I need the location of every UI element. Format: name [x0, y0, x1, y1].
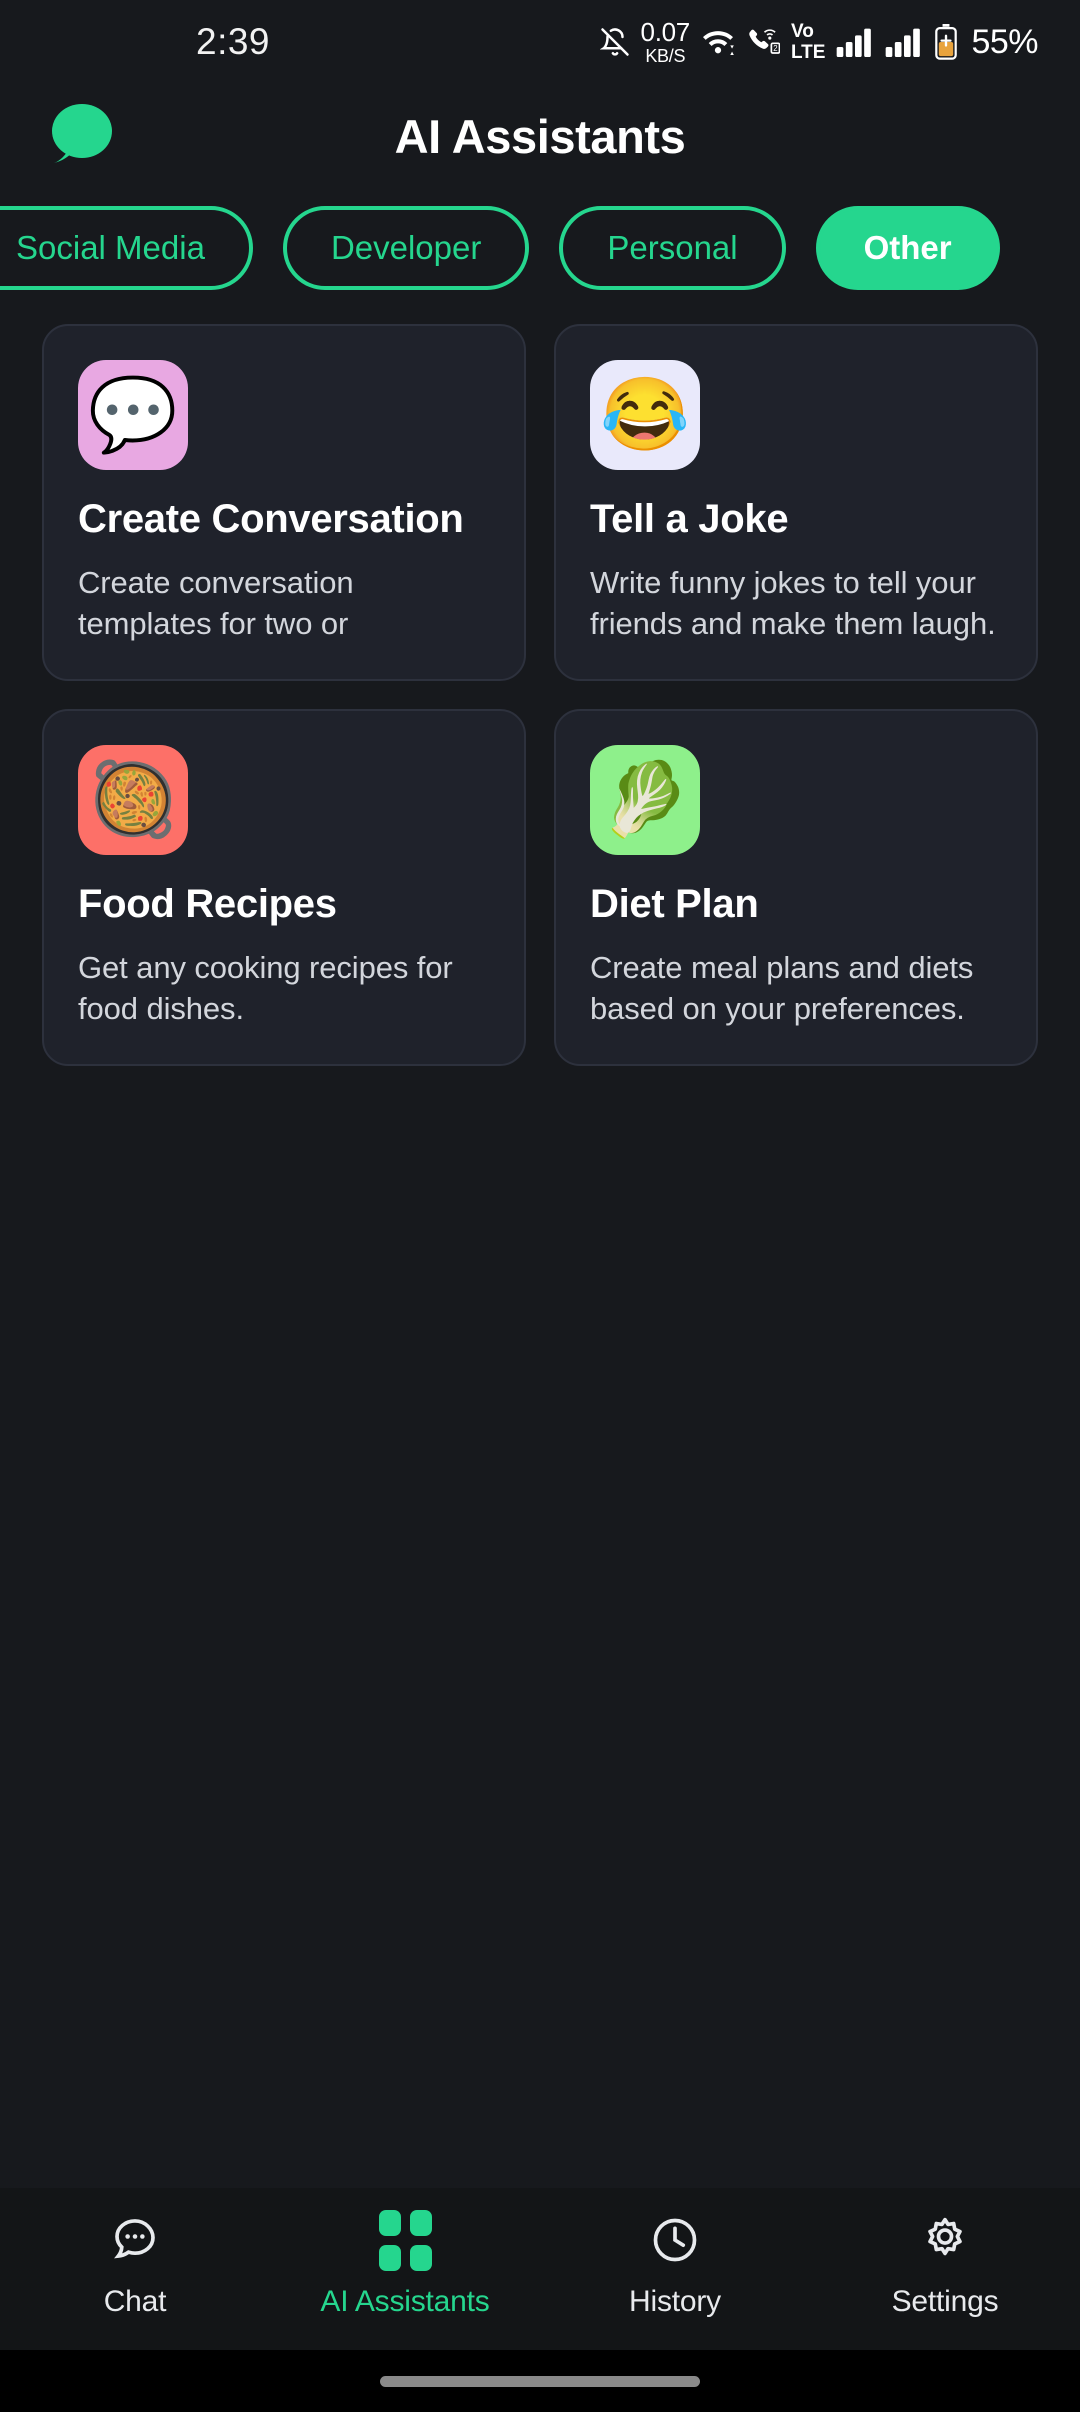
chat-bubble-dots-icon — [109, 2213, 161, 2267]
leafy-green-emoji: 🥬 — [590, 745, 700, 855]
phone-screen: 2:39 0.07 KB/S 2 Vo LTE 55% AI Assistant… — [0, 0, 1080, 2412]
home-gesture-bar[interactable] — [380, 2375, 700, 2387]
network-speed-unit: KB/S — [645, 46, 686, 66]
category-chip-developer[interactable]: Developer — [282, 206, 530, 290]
status-bar: 2:39 0.07 KB/S 2 Vo LTE 55% — [0, 0, 1080, 84]
nav-item-chat[interactable]: Chat — [0, 2213, 270, 2319]
face-with-tears-of-joy-emoji: 😂 — [590, 360, 700, 470]
clock-icon — [649, 2213, 701, 2267]
nav-label-ai-assistants: AI Assistants — [320, 2285, 490, 2318]
svg-text:2: 2 — [773, 44, 777, 53]
assistant-card-description: Get any cooking recipes for food dishes. — [78, 950, 453, 1027]
nav-label-history: History — [629, 2285, 721, 2318]
status-time: 2:39 — [196, 21, 271, 62]
assistant-card-title: Diet Plan — [590, 882, 759, 926]
category-chip-other[interactable]: Other — [815, 206, 1000, 290]
assistant-card-create-conversation[interactable]: 💬 Create Conversation Create conversatio… — [42, 324, 526, 681]
nav-label-chat: Chat — [103, 2285, 167, 2318]
category-chip-personal[interactable]: Personal — [559, 206, 786, 290]
call-over-wifi-icon: 2 — [746, 27, 780, 57]
assistant-card-diet-plan[interactable]: 🥬 Diet Plan Create meal plans and diets … — [554, 709, 1038, 1066]
wifi-icon — [701, 27, 735, 57]
signal-bars-icon-1 — [836, 27, 874, 57]
status-icons: 0.07 KB/S 2 Vo LTE 55% — [599, 17, 1038, 66]
gear-icon — [919, 2213, 971, 2267]
volte-indicator: Vo LTE — [791, 22, 825, 62]
app-header: AI Assistants — [0, 84, 1080, 188]
assistant-card-description: Write funny jokes to tell your friends a… — [590, 565, 996, 642]
bottom-navigation-bar: Chat AI Assistants History Settings — [0, 2188, 1080, 2350]
signal-bars-icon-2 — [885, 27, 923, 57]
volte-line-2: LTE — [790, 42, 826, 63]
category-chip-row[interactable]: Social Media Developer Personal Other — [0, 194, 1080, 302]
assistant-card-food-recipes[interactable]: 🥘 Food Recipes Get any cooking recipes f… — [42, 709, 526, 1066]
nav-item-settings[interactable]: Settings — [810, 2213, 1080, 2319]
shallow-pan-of-food-emoji: 🥘 — [78, 745, 188, 855]
assistant-card-title: Food Recipes — [78, 882, 337, 926]
assistant-card-title: Create Conversation — [78, 497, 464, 541]
assistant-card-description: Create conversation templates for two or — [78, 565, 354, 642]
network-speed-indicator: 0.07 KB/S — [640, 17, 691, 66]
nav-item-ai-assistants[interactable]: AI Assistants — [270, 2209, 540, 2319]
assistant-card-grid: 💬 Create Conversation Create conversatio… — [0, 302, 1080, 2188]
assistant-card-tell-a-joke[interactable]: 😂 Tell a Joke Write funny jokes to tell … — [554, 324, 1038, 681]
volte-line-1: Vo — [790, 21, 814, 42]
grid-squares-icon — [378, 2209, 432, 2271]
network-speed-value: 0.07 — [640, 17, 691, 47]
category-chip-social-media[interactable]: Social Media — [0, 206, 253, 290]
gesture-bar-area — [0, 2350, 1080, 2412]
nav-label-settings: Settings — [891, 2285, 999, 2318]
nav-item-history[interactable]: History — [540, 2213, 810, 2319]
assistant-card-description: Create meal plans and diets based on you… — [590, 950, 974, 1027]
bell-slash-icon — [599, 27, 630, 57]
assistant-card-title: Tell a Joke — [590, 497, 789, 541]
speech-balloon-emoji: 💬 — [78, 360, 188, 470]
battery-percentage: 55% — [971, 22, 1038, 61]
battery-charging-icon — [934, 24, 958, 60]
page-title: AI Assistants — [394, 109, 686, 163]
